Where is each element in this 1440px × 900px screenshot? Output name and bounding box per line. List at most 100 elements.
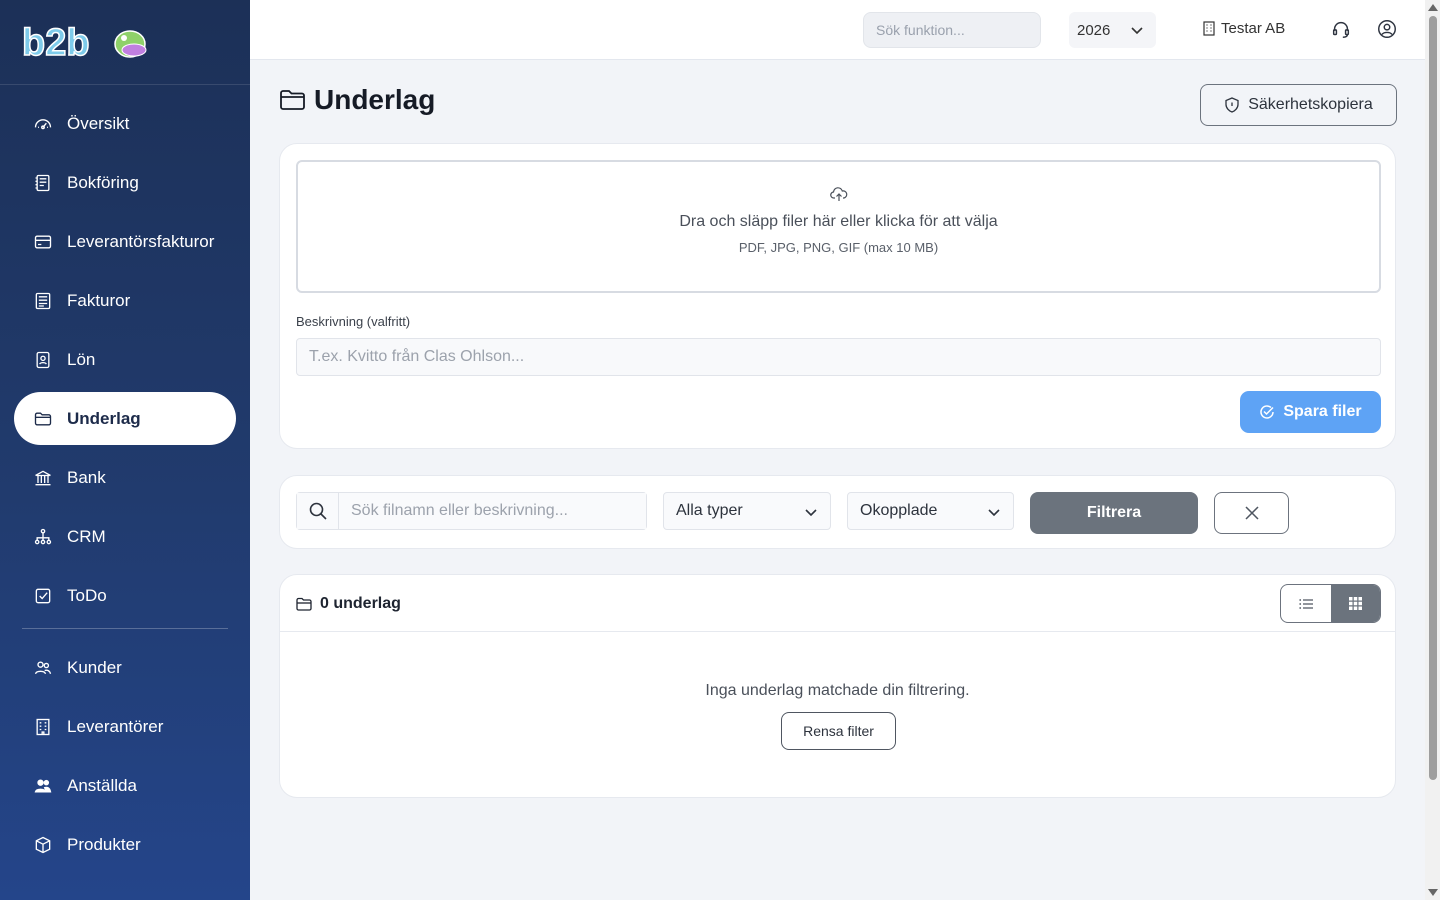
checkbox-icon	[32, 585, 54, 607]
headset-icon[interactable]	[1330, 18, 1352, 40]
search-icon	[297, 493, 339, 529]
chevron-down-icon	[988, 509, 1000, 517]
sidebar-item-produkter[interactable]: Produkter	[14, 818, 236, 871]
sidebar-item-label: CRM	[67, 526, 106, 546]
sidebar-item-kunder[interactable]: Kunder	[14, 641, 236, 694]
sidebar-item-oversikt[interactable]: Översikt	[14, 97, 236, 150]
sidebar-item-crm[interactable]: CRM	[14, 510, 236, 563]
empty-state-text: Inga underlag matchade din filtrering.	[705, 682, 970, 699]
description-label: Beskrivning (valfritt)	[296, 314, 411, 329]
page-scrollbar[interactable]	[1425, 0, 1440, 900]
folder-icon	[296, 597, 312, 611]
company-selector[interactable]: Testar AB	[1203, 20, 1285, 37]
logo[interactable]: b2b	[0, 0, 250, 85]
user-avatar-icon[interactable]	[1376, 18, 1398, 40]
check-circle-icon	[1260, 405, 1275, 419]
reset-filter-button[interactable]: Rensa filter	[781, 712, 896, 750]
filter-card: Alla typer Okopplade Filtrera	[279, 475, 1396, 549]
save-files-button[interactable]: Spara filer	[1240, 391, 1381, 433]
sidebar-item-label: Lön	[67, 349, 96, 369]
dropzone-formats: PDF, JPG, PNG, GIF (max 10 MB)	[738, 240, 939, 255]
sidebar-item-lon[interactable]: Lön	[14, 333, 236, 386]
b2b-logo-icon: b2b	[22, 22, 147, 62]
company-name: Testar AB	[1221, 20, 1286, 37]
building-icon	[32, 716, 54, 738]
sidebar-item-label: Underlag	[67, 408, 141, 428]
shield-icon	[1225, 97, 1239, 113]
sidebar-item-leverantorer[interactable]: Leverantörer	[14, 700, 236, 753]
file-search-group	[296, 492, 647, 530]
link-status-value: Okopplade	[860, 502, 938, 519]
sidebar-item-bank[interactable]: Bank	[14, 451, 236, 504]
box-icon	[32, 834, 54, 856]
sidebar-item-todo[interactable]: ToDo	[14, 569, 236, 622]
link-status-select[interactable]: Okopplade	[847, 492, 1014, 530]
sidebar-item-label: Bokföring	[67, 172, 139, 192]
gauge-icon	[32, 113, 54, 135]
folder-icon	[32, 408, 54, 430]
file-dropzone[interactable]: Dra och släpp filer här eller klicka för…	[296, 160, 1381, 293]
sidebar: b2b Översikt Bokföring Leverantörsfaktur…	[0, 0, 250, 900]
sidebar-item-label: Fakturor	[67, 290, 131, 310]
save-files-label: Spara filer	[1283, 403, 1362, 420]
sidebar-item-label: Leverantörsfakturor	[67, 231, 215, 251]
backup-button[interactable]: Säkerhetskopiera	[1200, 84, 1397, 126]
invoice-icon	[32, 290, 54, 312]
folder-icon	[280, 90, 305, 110]
clear-filter-button[interactable]	[1214, 492, 1289, 534]
building-icon	[1203, 21, 1215, 36]
people-icon	[32, 657, 54, 679]
results-card: 0 underlag Inga underlag matchade din fi…	[279, 574, 1396, 798]
sidebar-item-label: Kunder	[67, 657, 122, 677]
sidebar-item-leverantorsfakturor[interactable]: Leverantörsfakturor	[14, 215, 236, 268]
chevron-down-icon	[805, 509, 817, 517]
results-count: 0 underlag	[296, 595, 401, 613]
sidebar-item-anstallda[interactable]: Anställda	[14, 759, 236, 812]
list-view-button[interactable]	[1281, 585, 1331, 622]
dropzone-text: Dra och släpp filer här eller klicka för…	[679, 213, 998, 230]
list-icon	[1299, 598, 1313, 609]
ledger-icon	[32, 172, 54, 194]
sidebar-item-underlag[interactable]: Underlag	[14, 392, 236, 445]
file-search-input[interactable]	[339, 493, 646, 529]
type-select-value: Alla typer	[676, 502, 743, 519]
sidebar-item-label: Översikt	[67, 113, 130, 133]
year-select[interactable]: 2026	[1069, 12, 1156, 48]
sidebar-item-label: Anställda	[67, 775, 137, 795]
upload-card: Dra och släpp filer här eller klicka för…	[279, 143, 1396, 449]
backup-button-label: Säkerhetskopiera	[1248, 96, 1373, 113]
scroll-thumb[interactable]	[1429, 16, 1437, 780]
sidebar-item-label: Bank	[67, 467, 106, 487]
scroll-down-arrow-icon[interactable]	[1428, 889, 1438, 896]
grid-view-button[interactable]	[1330, 585, 1380, 622]
description-input[interactable]	[296, 338, 1381, 376]
sidebar-item-fakturor[interactable]: Fakturor	[14, 274, 236, 327]
sidebar-item-label: ToDo	[67, 585, 107, 605]
results-header: 0 underlag	[280, 575, 1395, 632]
filter-button[interactable]: Filtrera	[1030, 492, 1198, 534]
org-chart-icon	[32, 526, 54, 548]
results-count-label: 0 underlag	[320, 595, 401, 612]
badge-icon	[32, 349, 54, 371]
sidebar-item-bokforing[interactable]: Bokföring	[14, 156, 236, 209]
bank-icon	[32, 467, 54, 489]
employees-icon	[32, 775, 54, 797]
main-nav: Översikt Bokföring Leverantörsfakturor F…	[0, 85, 250, 871]
scroll-up-arrow-icon[interactable]	[1428, 4, 1438, 11]
view-toggle	[1280, 584, 1381, 623]
close-icon	[1244, 506, 1259, 520]
type-select[interactable]: Alla typer	[663, 492, 831, 530]
function-search-input[interactable]	[863, 12, 1041, 48]
year-value: 2026	[1077, 21, 1111, 39]
grid-icon	[1348, 597, 1362, 610]
sidebar-item-label: Leverantörer	[67, 716, 164, 736]
chevron-down-icon	[1131, 27, 1143, 35]
svg-text:b2b: b2b	[22, 22, 90, 62]
sidebar-divider	[22, 628, 228, 629]
credit-card-icon	[32, 231, 54, 253]
cloud-upload-icon	[829, 187, 847, 201]
page-title-text: Underlag	[314, 84, 436, 115]
sidebar-item-label: Produkter	[67, 834, 141, 854]
page-title: Underlag	[279, 84, 435, 116]
topbar: 2026 Testar AB	[250, 0, 1425, 60]
